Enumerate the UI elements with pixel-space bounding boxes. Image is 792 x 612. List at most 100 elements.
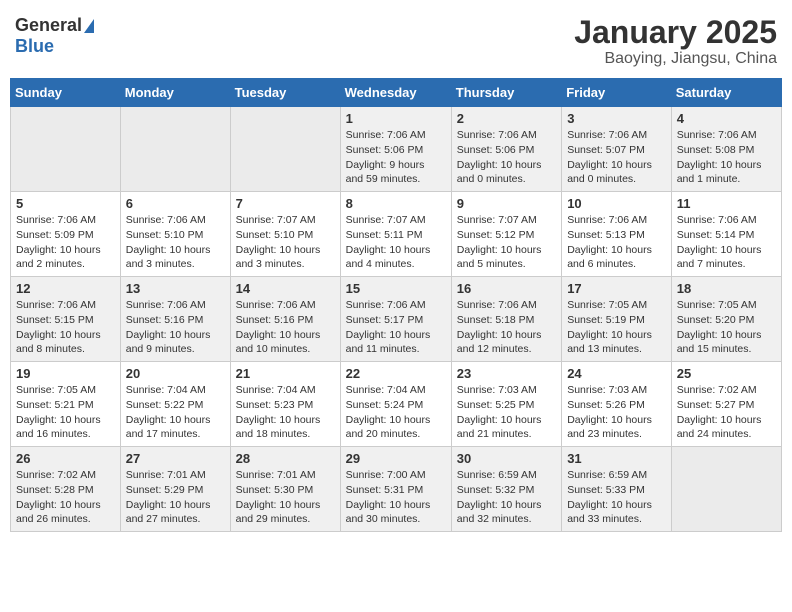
calendar-day-cell: 13 Sunrise: 7:06 AM Sunset: 5:16 PM Dayli…: [120, 277, 230, 362]
calendar-day-cell: 18Sunrise: 7:05 AM Sunset: 5:20 PM Dayli…: [671, 277, 781, 362]
calendar-day-cell: 17 Sunrise: 7:05 AM Sunset: 5:19 PM Dayli…: [562, 277, 672, 362]
calendar-day-cell: 4 Sunrise: 7:06 AM Sunset: 5:08 PM Daylig…: [671, 107, 781, 192]
day-info: Sunrise: 7:00 AM Sunset: 5:31 PM Dayligh…: [346, 468, 446, 527]
day-number: 31: [567, 451, 666, 466]
day-number: 2: [457, 111, 556, 126]
day-info: Sunrise: 6:59 AM Sunset: 5:32 PM Dayligh…: [457, 468, 556, 527]
calendar-day-cell: 23 Sunrise: 7:03 AM Sunset: 5:25 PM Dayli…: [451, 362, 561, 447]
day-info: Sunrise: 7:03 AM Sunset: 5:25 PM Dayligh…: [457, 383, 556, 442]
weekday-header-sunday: Sunday: [11, 79, 121, 107]
day-info: Sunrise: 7:01 AM Sunset: 5:30 PM Dayligh…: [236, 468, 335, 527]
day-number: 25: [677, 366, 776, 381]
calendar-day-cell: 19 Sunrise: 7:05 AM Sunset: 5:21 PM Dayli…: [11, 362, 121, 447]
calendar-week-row: 5Sunrise: 7:06 AM Sunset: 5:09 PM Daylig…: [11, 192, 782, 277]
calendar-day-cell: 6 Sunrise: 7:06 AM Sunset: 5:10 PM Daylig…: [120, 192, 230, 277]
day-info: Sunrise: 7:04 AM Sunset: 5:24 PM Dayligh…: [346, 383, 446, 442]
day-number: 11: [677, 196, 776, 211]
calendar-day-cell: 2Sunrise: 7:06 AM Sunset: 5:06 PM Daylig…: [451, 107, 561, 192]
weekday-header-friday: Friday: [562, 79, 672, 107]
day-info: Sunrise: 7:05 AM Sunset: 5:19 PM Dayligh…: [567, 298, 666, 357]
day-number: 18: [677, 281, 776, 296]
day-info: Sunrise: 7:06 AM Sunset: 5:18 PM Dayligh…: [457, 298, 556, 357]
page-header: General Blue January 2025 Baoying, Jiang…: [10, 10, 782, 68]
calendar-day-cell: 10 Sunrise: 7:06 AM Sunset: 5:13 PM Dayli…: [562, 192, 672, 277]
day-number: 20: [126, 366, 225, 381]
day-number: 15: [346, 281, 446, 296]
logo-general-text: General: [15, 15, 82, 36]
day-info: Sunrise: 7:03 AM Sunset: 5:26 PM Dayligh…: [567, 383, 666, 442]
calendar-day-cell: 11 Sunrise: 7:06 AM Sunset: 5:14 PM Dayli…: [671, 192, 781, 277]
calendar-day-cell: [120, 107, 230, 192]
calendar-day-cell: 1Sunrise: 7:06 AM Sunset: 5:06 PM Daylig…: [340, 107, 451, 192]
day-number: 6: [126, 196, 225, 211]
day-number: 16: [457, 281, 556, 296]
day-number: 27: [126, 451, 225, 466]
day-number: 21: [236, 366, 335, 381]
day-info: Sunrise: 7:06 AM Sunset: 5:13 PM Dayligh…: [567, 213, 666, 272]
calendar-day-cell: 29 Sunrise: 7:00 AM Sunset: 5:31 PM Dayli…: [340, 447, 451, 532]
calendar-day-cell: 22Sunrise: 7:04 AM Sunset: 5:24 PM Dayli…: [340, 362, 451, 447]
weekday-header-thursday: Thursday: [451, 79, 561, 107]
day-number: 3: [567, 111, 666, 126]
calendar-day-cell: 25Sunrise: 7:02 AM Sunset: 5:27 PM Dayli…: [671, 362, 781, 447]
day-info: Sunrise: 7:04 AM Sunset: 5:22 PM Dayligh…: [126, 383, 225, 442]
calendar-table: SundayMondayTuesdayWednesdayThursdayFrid…: [10, 78, 782, 532]
day-number: 14: [236, 281, 335, 296]
day-number: 17: [567, 281, 666, 296]
calendar-day-cell: 12 Sunrise: 7:06 AM Sunset: 5:15 PM Dayli…: [11, 277, 121, 362]
calendar-day-cell: 26Sunrise: 7:02 AM Sunset: 5:28 PM Dayli…: [11, 447, 121, 532]
day-info: Sunrise: 7:06 AM Sunset: 5:08 PM Dayligh…: [677, 128, 776, 187]
day-number: 24: [567, 366, 666, 381]
day-number: 5: [16, 196, 115, 211]
calendar-day-cell: [230, 107, 340, 192]
day-info: Sunrise: 7:06 AM Sunset: 5:16 PM Dayligh…: [126, 298, 225, 357]
day-number: 13: [126, 281, 225, 296]
day-info: Sunrise: 7:06 AM Sunset: 5:10 PM Dayligh…: [126, 213, 225, 272]
day-number: 9: [457, 196, 556, 211]
calendar-day-cell: 21Sunrise: 7:04 AM Sunset: 5:23 PM Dayli…: [230, 362, 340, 447]
calendar-day-cell: 28 Sunrise: 7:01 AM Sunset: 5:30 PM Dayli…: [230, 447, 340, 532]
day-number: 12: [16, 281, 115, 296]
calendar-day-cell: [671, 447, 781, 532]
calendar-day-cell: [11, 107, 121, 192]
day-info: Sunrise: 7:06 AM Sunset: 5:16 PM Dayligh…: [236, 298, 335, 357]
title-block: January 2025 Baoying, Jiangsu, China: [574, 15, 777, 68]
day-number: 23: [457, 366, 556, 381]
calendar-week-row: 12 Sunrise: 7:06 AM Sunset: 5:15 PM Dayli…: [11, 277, 782, 362]
day-info: Sunrise: 7:07 AM Sunset: 5:10 PM Dayligh…: [236, 213, 335, 272]
day-info: Sunrise: 6:59 AM Sunset: 5:33 PM Dayligh…: [567, 468, 666, 527]
calendar-week-row: 19 Sunrise: 7:05 AM Sunset: 5:21 PM Dayli…: [11, 362, 782, 447]
location-title: Baoying, Jiangsu, China: [574, 50, 777, 68]
calendar-day-cell: 8 Sunrise: 7:07 AM Sunset: 5:11 PM Daylig…: [340, 192, 451, 277]
calendar-day-cell: 7 Sunrise: 7:07 AM Sunset: 5:10 PM Daylig…: [230, 192, 340, 277]
day-info: Sunrise: 7:06 AM Sunset: 5:07 PM Dayligh…: [567, 128, 666, 187]
weekday-header-tuesday: Tuesday: [230, 79, 340, 107]
calendar-day-cell: 9 Sunrise: 7:07 AM Sunset: 5:12 PM Daylig…: [451, 192, 561, 277]
day-number: 4: [677, 111, 776, 126]
day-number: 29: [346, 451, 446, 466]
day-info: Sunrise: 7:07 AM Sunset: 5:11 PM Dayligh…: [346, 213, 446, 272]
day-info: Sunrise: 7:05 AM Sunset: 5:21 PM Dayligh…: [16, 383, 115, 442]
calendar-day-cell: 31 Sunrise: 6:59 AM Sunset: 5:33 PM Dayli…: [562, 447, 672, 532]
day-number: 7: [236, 196, 335, 211]
day-number: 10: [567, 196, 666, 211]
day-info: Sunrise: 7:07 AM Sunset: 5:12 PM Dayligh…: [457, 213, 556, 272]
day-number: 8: [346, 196, 446, 211]
calendar-day-cell: 24 Sunrise: 7:03 AM Sunset: 5:26 PM Dayli…: [562, 362, 672, 447]
month-title: January 2025: [574, 15, 777, 50]
day-number: 19: [16, 366, 115, 381]
calendar-header-row: SundayMondayTuesdayWednesdayThursdayFrid…: [11, 79, 782, 107]
day-info: Sunrise: 7:06 AM Sunset: 5:06 PM Dayligh…: [346, 128, 446, 187]
calendar-day-cell: 14 Sunrise: 7:06 AM Sunset: 5:16 PM Dayli…: [230, 277, 340, 362]
day-info: Sunrise: 7:02 AM Sunset: 5:28 PM Dayligh…: [16, 468, 115, 527]
logo-blue-text: Blue: [15, 36, 54, 57]
calendar-day-cell: 16 Sunrise: 7:06 AM Sunset: 5:18 PM Dayli…: [451, 277, 561, 362]
calendar-day-cell: 30Sunrise: 6:59 AM Sunset: 5:32 PM Dayli…: [451, 447, 561, 532]
day-info: Sunrise: 7:06 AM Sunset: 5:15 PM Dayligh…: [16, 298, 115, 357]
logo: General Blue: [15, 15, 94, 57]
day-info: Sunrise: 7:01 AM Sunset: 5:29 PM Dayligh…: [126, 468, 225, 527]
calendar-day-cell: 5Sunrise: 7:06 AM Sunset: 5:09 PM Daylig…: [11, 192, 121, 277]
day-number: 28: [236, 451, 335, 466]
weekday-header-saturday: Saturday: [671, 79, 781, 107]
day-info: Sunrise: 7:06 AM Sunset: 5:14 PM Dayligh…: [677, 213, 776, 272]
